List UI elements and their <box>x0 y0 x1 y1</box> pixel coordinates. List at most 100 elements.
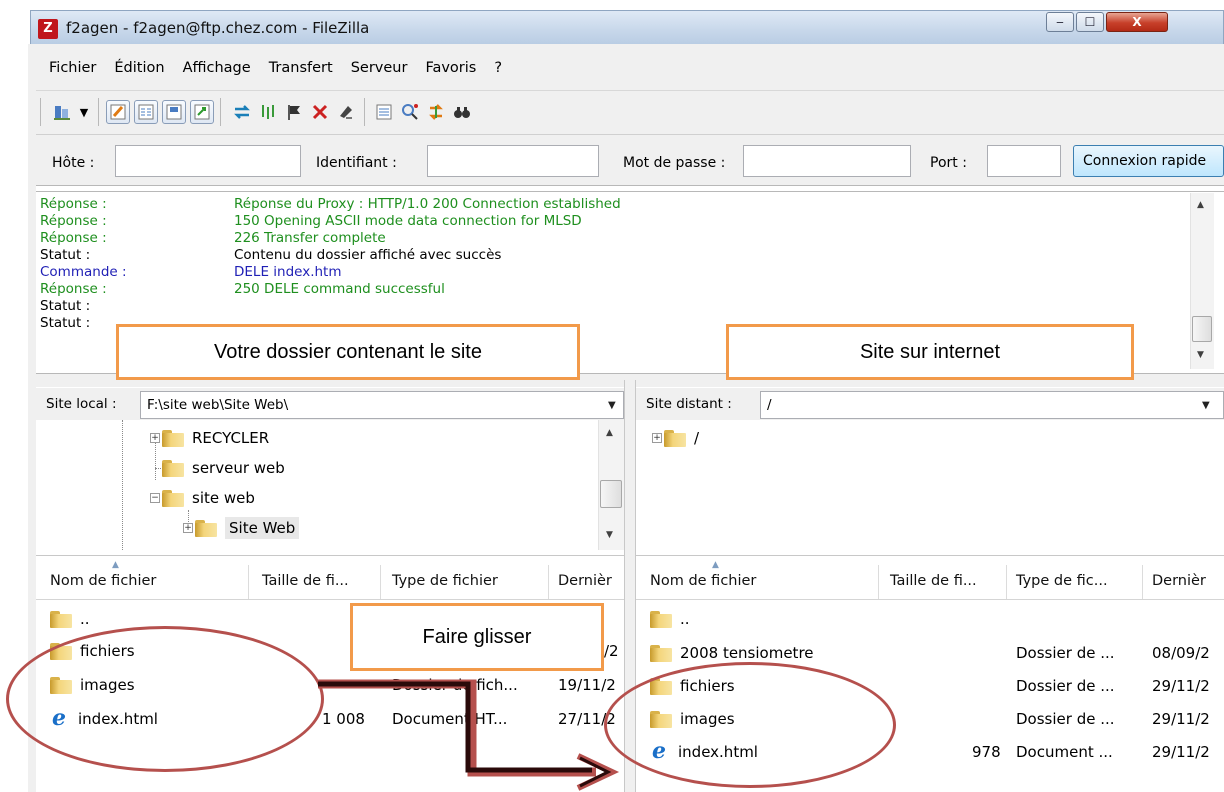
file-date: /2 <box>604 642 619 660</box>
column-header-modified[interactable]: Dernièr <box>558 563 624 599</box>
chevron-down-icon[interactable]: ▼ <box>1202 400 1210 411</box>
collapse-icon[interactable]: − <box>150 493 160 503</box>
column-separator[interactable] <box>248 565 249 599</box>
local-path-combobox[interactable]: F:\site web\Site Web\ <box>140 391 624 419</box>
menu-fichier[interactable]: Fichier <box>40 60 105 76</box>
reconnect-icon[interactable] <box>334 100 358 124</box>
scroll-down-icon[interactable]: ▼ <box>606 530 613 540</box>
search-icon[interactable] <box>450 100 474 124</box>
menu-serveur[interactable]: Serveur <box>342 60 417 76</box>
menu-transfert[interactable]: Transfert <box>260 60 342 76</box>
close-button[interactable]: X <box>1106 12 1168 32</box>
column-separator[interactable] <box>878 565 879 599</box>
menu-favoris[interactable]: Favoris <box>416 60 485 76</box>
log-label: Réponse : <box>40 196 107 212</box>
toggle-tree-icon[interactable] <box>134 100 158 124</box>
folder-icon <box>650 610 672 628</box>
toggle-log-icon[interactable] <box>106 100 130 124</box>
port-label: Port : <box>930 155 967 171</box>
file-date: 29/11/2 <box>1152 710 1210 728</box>
column-separator[interactable] <box>548 565 549 599</box>
table-row[interactable]: .. <box>50 602 90 636</box>
maximize-button[interactable]: ☐ <box>1076 12 1104 32</box>
disconnect-icon[interactable] <box>308 100 332 124</box>
tree-item-serveur-web[interactable]: serveur web <box>162 453 285 483</box>
site-manager-dropdown-icon[interactable]: ▼ <box>76 100 92 124</box>
column-header-type[interactable]: Type de fichier <box>392 563 498 599</box>
column-header-size[interactable]: Taille de fi... <box>262 563 349 599</box>
window-title: f2agen - f2agen@ftp.chez.com - FileZilla <box>66 19 370 37</box>
password-input[interactable] <box>743 145 911 177</box>
file-name: 2008 tensiometre <box>680 644 814 662</box>
log-message: DELE index.htm <box>234 264 342 280</box>
scroll-down-icon[interactable]: ▼ <box>1197 350 1204 360</box>
tree-guide <box>122 420 123 550</box>
log-message: 250 DELE command successful <box>234 281 445 297</box>
log-scrollbar[interactable] <box>1190 193 1214 369</box>
log-message: Réponse du Proxy : HTTP/1.0 200 Connecti… <box>234 196 621 212</box>
tree-item-recycler[interactable]: + RECYCLER <box>150 423 269 453</box>
remote-files-highlight <box>604 662 896 788</box>
tree-item-label: serveur web <box>192 459 285 477</box>
process-queue-icon[interactable] <box>256 100 280 124</box>
menu-affichage[interactable]: Affichage <box>174 60 260 76</box>
log-label: Commande : <box>40 264 127 280</box>
file-date: 29/11/2 <box>1152 743 1210 761</box>
column-header-type[interactable]: Type de fic... <box>1016 563 1108 599</box>
tree-scrollbar-thumb[interactable] <box>600 480 622 508</box>
site-manager-icon[interactable] <box>50 100 74 124</box>
log-label: Statut : <box>40 247 91 263</box>
host-input[interactable] <box>115 145 301 177</box>
tree-item-root[interactable]: + / <box>652 423 699 453</box>
drag-arrow <box>318 679 620 791</box>
file-type: Document ... <box>1016 743 1113 761</box>
column-separator[interactable] <box>380 565 381 599</box>
scroll-up-icon[interactable]: ▲ <box>1197 200 1204 210</box>
username-input[interactable] <box>427 145 599 177</box>
column-separator[interactable] <box>1006 565 1007 599</box>
sync-browse-icon[interactable] <box>424 100 448 124</box>
log-scrollbar-thumb[interactable] <box>1192 316 1212 342</box>
local-folder-callout: Votre dossier contenant le site <box>116 324 580 380</box>
refresh-icon[interactable] <box>230 100 254 124</box>
toggle-remote-tree-icon[interactable] <box>162 100 186 124</box>
folder-icon <box>162 459 184 477</box>
log-message: 226 Transfer complete <box>234 230 386 246</box>
file-type: Dossier de ... <box>1016 710 1115 728</box>
cancel-icon[interactable] <box>282 100 306 124</box>
tree-item-label: / <box>694 429 700 447</box>
chevron-down-icon[interactable]: ▼ <box>608 400 616 411</box>
expand-icon[interactable]: + <box>183 523 193 533</box>
remote-directory-tree <box>636 420 1224 550</box>
folder-icon <box>650 644 672 662</box>
scroll-up-icon[interactable]: ▲ <box>606 428 613 438</box>
tree-item-site-web-selected[interactable]: + Site Web <box>183 513 300 543</box>
file-date: 08/09/2 <box>1152 644 1210 662</box>
column-header-name[interactable]: Nom de fichier <box>650 563 756 599</box>
quickconnect-button[interactable]: Connexion rapide <box>1073 145 1224 177</box>
tree-item-label: Site Web <box>225 517 300 539</box>
toolbar-separator <box>98 98 99 126</box>
port-input[interactable] <box>987 145 1061 177</box>
table-row[interactable]: .. <box>650 602 690 636</box>
remote-path-combobox[interactable]: / <box>760 391 1224 419</box>
file-size: 978 <box>972 743 1001 761</box>
menu-edition[interactable]: Édition <box>105 60 173 76</box>
column-header-size[interactable]: Taille de fi... <box>890 563 977 599</box>
expand-icon[interactable]: + <box>652 433 662 443</box>
file-date: 29/11/2 <box>1152 677 1210 695</box>
directory-listing-filter-icon[interactable] <box>372 100 396 124</box>
column-header-modified[interactable]: Dernièr <box>1152 563 1224 599</box>
toggle-queue-icon[interactable] <box>190 100 214 124</box>
toolbar-separator <box>364 98 365 126</box>
compare-icon[interactable] <box>398 100 422 124</box>
expand-icon[interactable]: + <box>150 433 160 443</box>
local-site-label: Site local : <box>46 396 117 412</box>
column-separator[interactable] <box>1142 565 1143 599</box>
tree-item-site-web[interactable]: − site web <box>150 483 255 513</box>
toolbar-grip <box>40 98 41 126</box>
menu-help[interactable]: ? <box>485 60 511 76</box>
column-header-name[interactable]: Nom de fichier <box>50 563 156 599</box>
minimize-button[interactable]: ‒ <box>1046 12 1074 32</box>
username-label: Identifiant : <box>316 155 397 171</box>
